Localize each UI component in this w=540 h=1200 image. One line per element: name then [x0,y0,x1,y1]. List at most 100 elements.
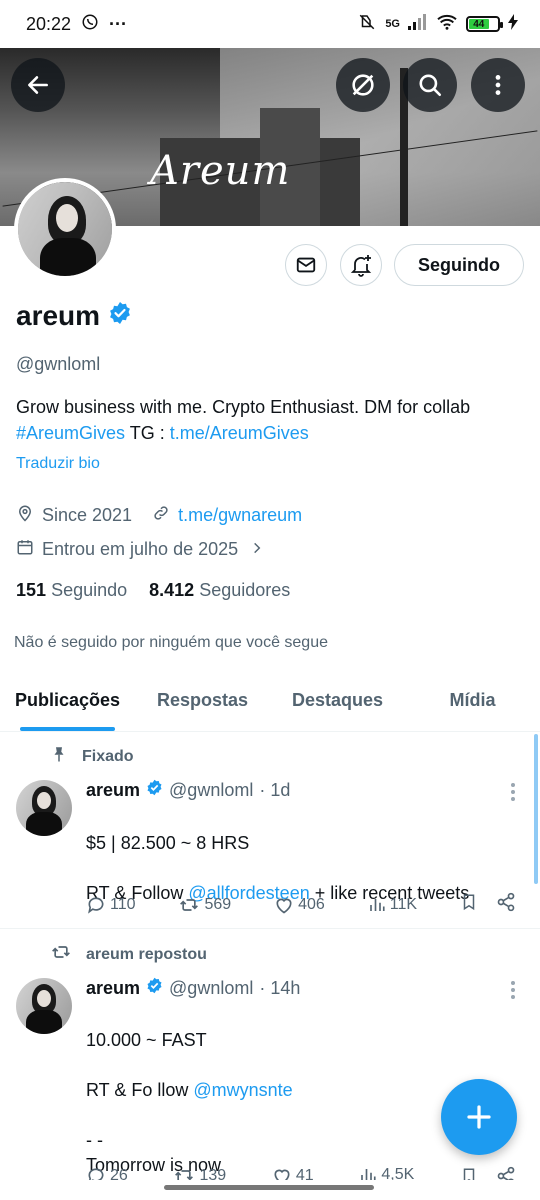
tab-media[interactable]: Mídia [405,676,540,731]
network-label: 5G [385,18,400,30]
views-button[interactable]: 4,5K [359,1166,414,1180]
share-icon [497,892,515,912]
home-indicator[interactable] [164,1185,374,1190]
follow-stats: 151 Seguindo 8.412 Seguidores [16,580,290,601]
tweet-divider [0,928,540,929]
bio-text: Grow business with me. Crypto Enthusiast… [16,397,471,417]
reply-icon [88,1168,104,1180]
location-pin-icon [16,504,34,527]
tweet-avatar[interactable] [16,978,72,1034]
chevron-right-icon [250,539,264,560]
bell-plus-icon [350,255,372,277]
reply-button[interactable]: 26 [86,1166,128,1180]
more-vertical-icon [511,981,515,999]
bookmark-button[interactable] [460,1166,478,1180]
clock: 20:22 [26,13,72,34]
pin-icon [50,744,68,769]
website-link[interactable]: t.me/gwnareum [178,505,302,526]
followed-by-note: Não é seguido por ninguém que você segue [14,634,328,651]
profile-avatar[interactable] [14,178,116,280]
tweet-author-handle[interactable]: @gwnloml [169,780,253,801]
tab-highlights[interactable]: Destaques [270,676,405,731]
notifications-button[interactable] [340,244,382,286]
profile-meta-row: Since 2021 t.me/gwnareum [16,504,302,527]
repost-label: areum repostou [50,942,207,967]
tweet-more-button[interactable] [510,782,516,807]
tweet-mention-link[interactable]: @mwynsnte [193,1080,292,1100]
retweet-button[interactable]: 139 [173,1166,226,1180]
profile-name-row: areum [16,300,132,332]
envelope-icon [296,257,316,273]
share-button[interactable] [496,1166,516,1180]
grok-button[interactable] [336,58,390,112]
message-button[interactable] [285,244,327,286]
retweet-button[interactable]: 569 [178,895,231,915]
profile-handle: @gwnloml [16,354,101,374]
arrow-left-icon [28,76,48,94]
search-button[interactable] [403,58,457,112]
tweet-author-name[interactable]: areum [86,978,140,999]
banner-signature: Areum [150,148,291,194]
grok-icon [352,74,374,96]
tweet-time: · 14h [259,977,301,998]
reply-icon [88,896,104,914]
link-icon [152,504,170,527]
more-notifications-icon: ··· [109,13,128,34]
back-button[interactable] [11,58,65,112]
verified-badge-icon [108,300,132,332]
bookmark-icon [463,894,475,911]
battery-icon: 44 [466,16,503,32]
profile-name: areum [16,300,101,331]
reply-button[interactable]: 110 [86,895,136,915]
search-icon [419,74,442,97]
bookmark-icon [463,1168,475,1180]
tweet-author-handle[interactable]: @gwnloml [169,978,253,999]
signal-icon [408,13,428,35]
location-text: Since 2021 [42,505,133,525]
pinned-label: Fixado [50,744,134,769]
plus-icon [467,1105,491,1129]
tab-posts[interactable]: Publicações [0,676,135,731]
views-chart-icon [361,1169,376,1180]
share-icon [497,1166,515,1180]
tweet-header: areum @gwnloml · 1d [86,779,290,801]
heart-icon [276,898,292,913]
retweet-icon [175,1170,194,1180]
bio-hashtag-link[interactable]: #AreumGives [16,423,125,443]
bookmark-button[interactable] [460,892,478,917]
wifi-icon [436,13,458,36]
like-button[interactable]: 41 [272,1166,314,1180]
tab-replies[interactable]: Respostas [135,676,270,731]
tweet-actions: 110 569 406 11K [86,892,516,917]
profile-tabs: Publicações Respostas Destaques Mídia [0,676,540,732]
views-button[interactable]: 11K [368,896,417,914]
charging-icon [508,13,518,35]
joined-text: Entrou em julho de 2025 [42,539,239,559]
followers-stat[interactable]: 8.412 Seguidores [149,580,290,601]
retweet-icon [180,898,199,911]
scroll-indicator [534,734,538,884]
tweet-actions: 26 139 41 4,5K [86,1166,516,1180]
following-button[interactable]: Seguindo [394,244,524,286]
more-options-button[interactable] [471,58,525,112]
tweet-author-name[interactable]: areum [86,780,140,801]
tweet-text: $5 | 82.500 ~ 8 HRS RT & Follow @allforde… [86,833,470,903]
tweet-more-button[interactable] [510,980,516,1005]
joined-row[interactable]: Entrou em julho de 2025 [16,538,264,561]
following-stat[interactable]: 151 Seguindo [16,580,127,601]
views-chart-icon [369,898,385,911]
like-button[interactable]: 406 [274,895,325,915]
compose-button[interactable] [441,1079,517,1155]
share-button[interactable] [496,892,516,917]
verified-badge-icon [146,779,163,801]
calendar-icon [16,538,34,561]
status-bar: 20:22 ··· 5G 44 [0,0,540,48]
whatsapp-icon [81,13,99,36]
translate-bio-link[interactable]: Traduzir bio [16,455,100,473]
tweet-avatar[interactable] [16,780,72,836]
profile-bio: Grow business with me. Crypto Enthusiast… [16,394,526,446]
more-vertical-icon [495,75,501,95]
more-vertical-icon [511,783,515,801]
mute-icon [357,13,377,36]
bio-tg-link[interactable]: t.me/AreumGives [170,423,309,443]
